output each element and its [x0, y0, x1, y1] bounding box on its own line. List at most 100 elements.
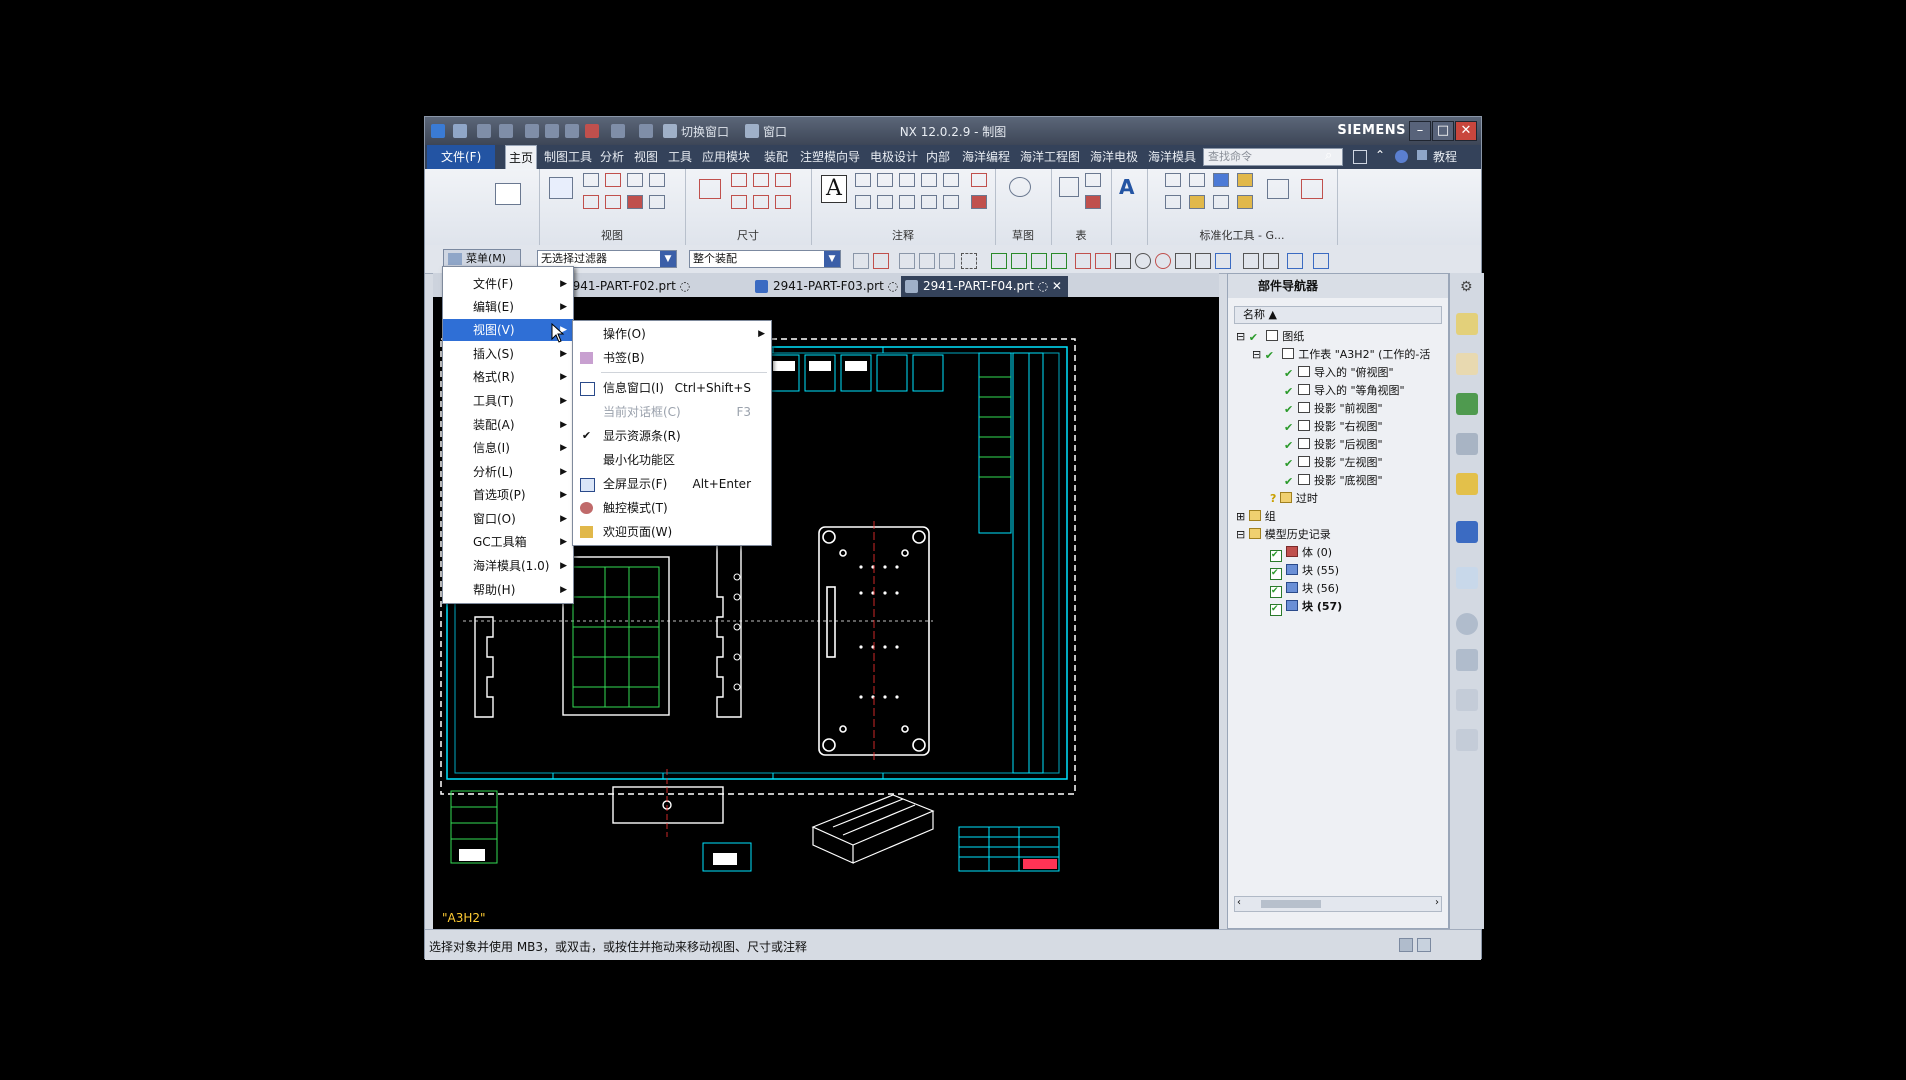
scroll-right-icon[interactable]: ›: [1435, 897, 1439, 908]
update-view-icon[interactable]: [627, 195, 643, 209]
menu-item-assemblies[interactable]: 装配(A) ▶: [443, 414, 573, 436]
snap-arc-center-icon[interactable]: [1075, 253, 1091, 269]
maximize-button[interactable]: □: [1432, 121, 1454, 141]
system-scenes-tab-icon[interactable]: [1456, 729, 1478, 751]
rectangle-select-icon[interactable]: [961, 253, 977, 269]
snap-point-on-curve-icon[interactable]: [1115, 253, 1131, 269]
tree-node-group[interactable]: ⊞ 组: [1236, 508, 1276, 526]
submenu-item-operation[interactable]: 操作(O) ▶: [573, 323, 771, 345]
menu-item-file[interactable]: 文件(F) ▶: [443, 273, 573, 295]
checkbox-checked[interactable]: ✔: [1270, 568, 1282, 580]
menu-item-information[interactable]: 信息(I) ▶: [443, 437, 573, 459]
select-body-icon[interactable]: [919, 253, 935, 269]
tree-node-outdated[interactable]: ? 过时: [1270, 490, 1318, 508]
display-mode-icon[interactable]: [1313, 253, 1329, 269]
sketch-icon[interactable]: [1009, 177, 1031, 197]
linear-dimension-icon[interactable]: [731, 173, 747, 187]
snap-control-point-icon[interactable]: [1031, 253, 1047, 269]
radial-dimension-icon[interactable]: [753, 173, 769, 187]
standard-tool-2-icon[interactable]: [1189, 173, 1205, 187]
standard-tool-4-icon[interactable]: [1237, 173, 1253, 187]
text-style-icon[interactable]: A: [1119, 175, 1134, 199]
feature-control-frame-icon[interactable]: [855, 173, 871, 187]
standard-tool-6-icon[interactable]: [1189, 195, 1205, 209]
collapse-icon[interactable]: ⊟: [1252, 348, 1261, 361]
standard-tool-8-icon[interactable]: [1237, 195, 1253, 209]
tab-assemblies[interactable]: 装配: [761, 145, 791, 169]
rapid-dimension-icon[interactable]: [699, 179, 721, 199]
column-header-name[interactable]: 名称 ▲: [1234, 306, 1442, 324]
base-view-icon[interactable]: [549, 177, 573, 199]
snap-endpoint-icon[interactable]: [991, 253, 1007, 269]
break-view-icon[interactable]: [649, 173, 665, 187]
tree-node-block[interactable]: ✔ 块 (55): [1270, 562, 1339, 580]
fit-view-icon[interactable]: [1243, 253, 1259, 269]
tutorial-link[interactable]: 教程: [1430, 145, 1460, 169]
tab-file[interactable]: 文件(F): [427, 145, 496, 169]
doc-tab-f04[interactable]: 2941-PART-F04.prt ◌ ✕: [901, 276, 1068, 297]
tab-view[interactable]: 视图: [631, 145, 661, 169]
submenu-item-minimize-ribbon[interactable]: 最小化功能区: [573, 449, 771, 471]
surface-finish-icon[interactable]: [899, 173, 915, 187]
submenu-item-show-resource-bar[interactable]: ✔ 显示资源条(R): [573, 425, 771, 447]
checkbox-checked[interactable]: ✔: [1270, 604, 1282, 616]
status-icon-2[interactable]: [1417, 938, 1431, 952]
standard-tool-1-icon[interactable]: [1165, 173, 1181, 187]
tree-node-body[interactable]: ✔ 体 (0): [1270, 544, 1332, 562]
view-break-icon[interactable]: [583, 195, 599, 209]
menu-item-help[interactable]: 帮助(H) ▶: [443, 579, 573, 601]
collapse-ribbon-icon[interactable]: ⌃: [1375, 148, 1385, 162]
collapse-icon[interactable]: ⊟: [1236, 330, 1245, 343]
note-icon[interactable]: A: [821, 175, 847, 203]
close-button[interactable]: ✕: [1455, 121, 1477, 141]
snap-on-face-icon[interactable]: [1215, 253, 1231, 269]
menu-item-window[interactable]: 窗口(O) ▶: [443, 508, 573, 530]
standard-tool-5-icon[interactable]: [1165, 195, 1181, 209]
scroll-left-icon[interactable]: ‹: [1237, 897, 1241, 908]
part-navigator-tab-icon[interactable]: [1456, 313, 1478, 335]
region-fill-icon[interactable]: [899, 195, 915, 209]
doc-tab-f03[interactable]: 2941-PART-F03.prt ◌: [751, 276, 904, 297]
standard-tool-9-icon[interactable]: [1267, 179, 1289, 199]
submenu-item-touch-mode[interactable]: 触控模式(T): [573, 497, 771, 519]
section-view-icon[interactable]: [627, 173, 643, 187]
expand-icon[interactable]: ⊞: [1236, 510, 1245, 523]
tree-node-view[interactable]: ✔ 投影 "底视图": [1284, 472, 1383, 490]
fit-window-icon[interactable]: [1353, 150, 1367, 164]
tab-ocean-mold[interactable]: 海洋模具: [1145, 145, 1199, 169]
standard-tool-10-icon[interactable]: [1301, 179, 1323, 199]
scrollbar-thumb[interactable]: [1261, 900, 1321, 908]
status-icon-1[interactable]: [1399, 938, 1413, 952]
projected-view-icon[interactable]: [583, 173, 599, 187]
web-browser-tab-icon[interactable]: [1456, 473, 1478, 495]
clock-icon[interactable]: [1456, 613, 1478, 635]
system-materials-tab-icon[interactable]: [1456, 689, 1478, 711]
tree-node-view[interactable]: ✔ 导入的 "等角视图": [1284, 382, 1405, 400]
menu-item-format[interactable]: 格式(R) ▶: [443, 366, 573, 388]
snap-intersection-icon[interactable]: [1051, 253, 1067, 269]
hd3d-tools-tab-icon[interactable]: [1456, 433, 1478, 455]
menu-item-edit[interactable]: 编辑(E) ▶: [443, 296, 573, 318]
tree-node-sheet[interactable]: ⊟ ✔ 工作表 "A3H2" (工作的-活: [1252, 346, 1430, 364]
auto-balloon-icon[interactable]: [1085, 195, 1101, 209]
tree-node-view[interactable]: ✔ 投影 "右视图": [1284, 418, 1383, 436]
menu-item-preferences[interactable]: 首选项(P) ▶: [443, 484, 573, 506]
menu-item-analysis[interactable]: 分析(L) ▶: [443, 461, 573, 483]
snap-midpoint-icon[interactable]: [1011, 253, 1027, 269]
tree-node-view[interactable]: ✔ 投影 "后视图": [1284, 436, 1383, 454]
submenu-item-bookmarks[interactable]: 书签(B): [573, 347, 771, 369]
tab-ocean-drawing[interactable]: 海洋工程图: [1017, 145, 1083, 169]
symbol-icon[interactable]: [855, 195, 871, 209]
view-style-icon[interactable]: [649, 195, 665, 209]
submenu-item-info-window[interactable]: 信息窗口(I) Ctrl+Shift+S: [573, 377, 771, 399]
chamfer-dimension-icon[interactable]: [731, 195, 747, 209]
weld-symbol-icon[interactable]: [921, 173, 937, 187]
assembly-navigator-tab-icon[interactable]: [1456, 353, 1478, 375]
zoom-icon[interactable]: [1263, 253, 1279, 269]
settings-gear-icon[interactable]: ⚙: [1460, 279, 1473, 295]
reuse-library-tab-icon[interactable]: [1456, 393, 1478, 415]
tab-internal[interactable]: 内部: [923, 145, 953, 169]
detail-view-icon[interactable]: [605, 173, 621, 187]
menu-item-gc-toolkit[interactable]: GC工具箱 ▶: [443, 531, 573, 553]
standard-tool-3-icon[interactable]: [1213, 173, 1229, 187]
